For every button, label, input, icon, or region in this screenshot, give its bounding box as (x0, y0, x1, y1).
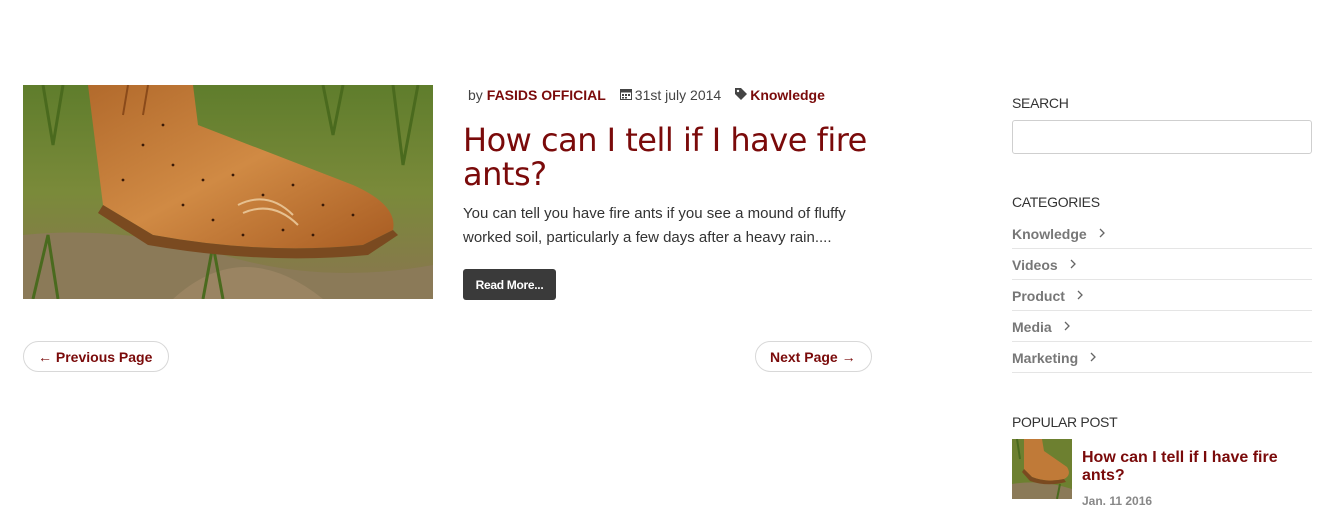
tag-icon (735, 87, 748, 103)
chevron-right-icon (1076, 287, 1084, 305)
category-label: Marketing (1012, 349, 1079, 366)
categories-widget-title: CATEGORIES (1012, 194, 1100, 210)
popular-post-date: Jan. 11 2016 (1082, 494, 1153, 508)
post-category[interactable]: Knowledge (735, 87, 825, 103)
category-item-videos[interactable]: Videos (1012, 250, 1312, 280)
category-item-product[interactable]: Product (1012, 281, 1312, 311)
chevron-right-icon (1098, 225, 1106, 243)
search-widget-title: SEARCH (1012, 95, 1069, 111)
post-category-label: Knowledge (750, 87, 825, 103)
category-list: Knowledge Videos Product Media Marketing (1012, 219, 1312, 374)
chevron-right-icon (1069, 256, 1077, 274)
category-item-marketing[interactable]: Marketing (1012, 343, 1312, 373)
next-page-button[interactable]: Next Page → (755, 341, 872, 372)
chevron-right-icon (1089, 349, 1097, 367)
read-more-button[interactable]: Read More... (463, 269, 556, 300)
post-excerpt: You can tell you have fire ants if you s… (463, 205, 846, 246)
chevron-right-icon (1063, 318, 1071, 336)
calendar-icon (619, 87, 632, 103)
popular-post-title[interactable]: How can I tell if I have fire ants? (1082, 449, 1312, 485)
category-item-media[interactable]: Media (1012, 312, 1312, 342)
post-date: 31st july 2014 (619, 87, 722, 103)
author-link[interactable]: FASIDS OFFICIAL (487, 87, 606, 103)
category-label: Videos (1012, 256, 1058, 273)
category-label: Knowledge (1012, 225, 1087, 242)
post-title[interactable]: How can I tell if I have fire ants? (463, 123, 883, 191)
category-label: Media (1012, 318, 1052, 335)
search-input[interactable] (1012, 120, 1312, 154)
category-item-knowledge[interactable]: Knowledge (1012, 219, 1312, 249)
post-featured-image[interactable] (23, 85, 433, 299)
by-label: by (468, 87, 483, 103)
previous-page-button[interactable]: ← Previous Page (23, 341, 169, 372)
category-label: Product (1012, 287, 1065, 304)
popular-post-widget-title: POPULAR POST (1012, 414, 1118, 430)
post-meta: by FASIDS OFFICIAL 31st july 2014 Knowle… (468, 87, 825, 103)
post-date-text: 31st july 2014 (634, 87, 722, 103)
popular-post-thumbnail[interactable] (1012, 439, 1072, 499)
